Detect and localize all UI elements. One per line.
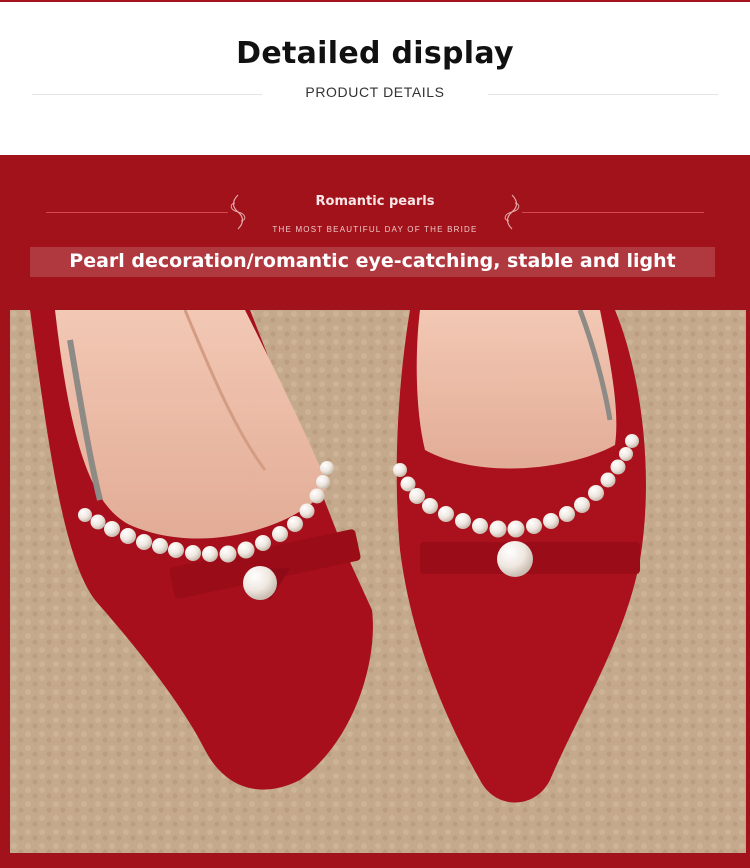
product-photo bbox=[10, 310, 746, 853]
top-divider bbox=[0, 0, 750, 2]
banner-title: Romantic pearls bbox=[315, 194, 435, 209]
page-title: Detailed display bbox=[236, 36, 514, 71]
ornament-right-icon bbox=[504, 194, 520, 230]
divider-right bbox=[488, 94, 718, 95]
product-feature-section: Romantic pearls THE MOST BEAUTIFUL DAY O… bbox=[0, 155, 750, 868]
banner-line-right bbox=[522, 212, 704, 213]
feature-bar: Pearl decoration/romantic eye-catching, … bbox=[30, 247, 715, 277]
page-subtitle: PRODUCT DETAILS bbox=[305, 84, 445, 100]
subtitle-row: PRODUCT DETAILS bbox=[0, 84, 750, 106]
shoe-illustration bbox=[10, 310, 746, 853]
banner-line-left bbox=[46, 212, 228, 213]
feature-text: Pearl decoration/romantic eye-catching, … bbox=[69, 250, 676, 272]
header-section: Detailed display PRODUCT DETAILS bbox=[0, 0, 750, 155]
banner-subtitle: THE MOST BEAUTIFUL DAY OF THE BRIDE bbox=[272, 225, 478, 234]
